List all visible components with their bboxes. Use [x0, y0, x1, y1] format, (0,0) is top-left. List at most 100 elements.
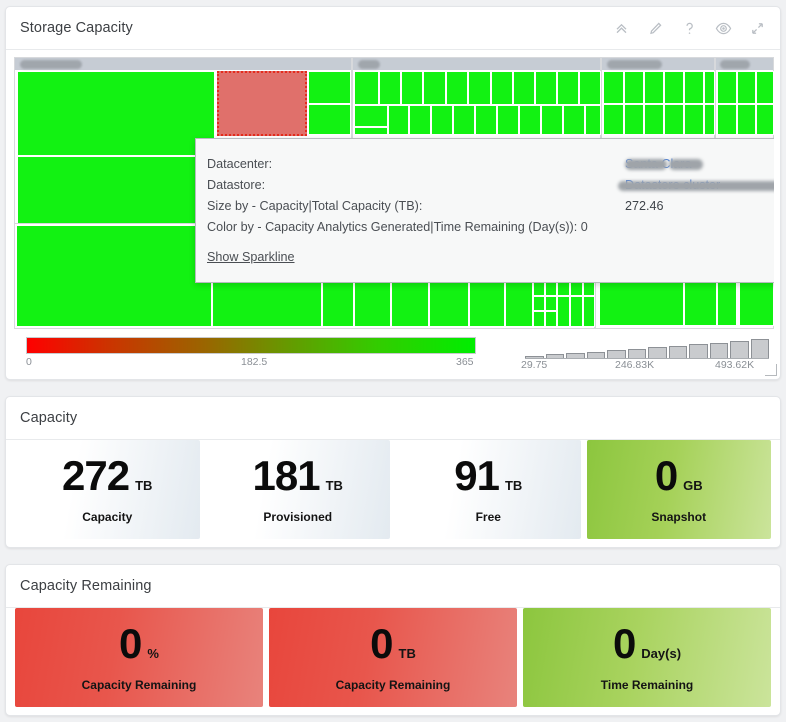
treemap-cell[interactable]: [453, 105, 475, 135]
treemap-cell[interactable]: [491, 71, 513, 105]
remaining-card-row: 0 % Capacity Remaining 0 TB Capacity Rem…: [15, 608, 771, 707]
treemap-cell[interactable]: [423, 71, 446, 105]
kpi-card-capacity[interactable]: 272 TB Capacity: [15, 440, 200, 539]
treemap-cell[interactable]: [545, 311, 557, 327]
treemap-cell[interactable]: [579, 71, 601, 105]
kpi-card-time-remaining[interactable]: 0 Day(s) Time Remaining: [523, 608, 771, 707]
treemap-cell[interactable]: [541, 105, 563, 135]
eye-visibility-icon[interactable]: [715, 20, 732, 37]
treemap-cell[interactable]: [563, 105, 585, 135]
treemap-cell[interactable]: [533, 311, 545, 327]
tooltip-label: Size by - Capacity|Total Capacity (TB):: [207, 199, 423, 213]
treemap-cell[interactable]: [570, 296, 583, 327]
histogram-bar: [730, 340, 749, 358]
treemap-cell[interactable]: [704, 71, 715, 104]
help-question-icon[interactable]: [681, 20, 698, 37]
histogram-tick-min: 29.75: [521, 359, 548, 371]
treemap-cell[interactable]: [756, 71, 774, 104]
kpi-label: Free: [475, 510, 501, 524]
treemap-cell[interactable]: [557, 296, 570, 327]
size-histogram-legend: 29.75 246.83K 493.62K: [517, 335, 775, 371]
redaction-overlay: [618, 181, 774, 191]
treemap-cell[interactable]: [737, 71, 756, 104]
treemap-cell[interactable]: [717, 71, 737, 104]
treemap-cell[interactable]: [409, 105, 431, 135]
tooltip-row-datacenter: Datacenter: Santa Clara: [207, 157, 774, 178]
kpi-label: Provisioned: [263, 510, 333, 524]
kpi-card-free[interactable]: 91 TB Free: [396, 440, 581, 539]
kpi-label: Capacity Remaining: [81, 678, 197, 692]
kpi-value-group: 0 Day(s): [613, 623, 681, 665]
kpi-card-capacity-remaining-percent[interactable]: 0 % Capacity Remaining: [15, 608, 263, 707]
tooltip-value: 272.46: [625, 199, 664, 213]
treemap-cell[interactable]: [664, 104, 684, 135]
edit-pencil-icon[interactable]: [647, 20, 664, 37]
treemap-cell[interactable]: [475, 105, 497, 135]
expand-fullscreen-icon[interactable]: [749, 20, 766, 37]
treemap-cell[interactable]: [468, 71, 491, 105]
treemap-cell[interactable]: [557, 71, 579, 105]
treemap-cell[interactable]: [704, 104, 715, 135]
treemap-cell[interactable]: [624, 104, 644, 135]
treemap-cell[interactable]: [533, 296, 545, 311]
show-sparkline-link[interactable]: Show Sparkline: [207, 250, 295, 264]
treemap-cell[interactable]: [17, 71, 215, 156]
treemap-cell[interactable]: [684, 104, 704, 135]
treemap-cell[interactable]: [644, 104, 664, 135]
treemap-cell[interactable]: [446, 71, 468, 105]
treemap-cell[interactable]: [535, 71, 557, 105]
histogram-bar: [668, 345, 687, 358]
treemap-cell[interactable]: [684, 71, 704, 104]
treemap-cell[interactable]: [354, 127, 388, 135]
tooltip-row-size-by: Size by - Capacity|Total Capacity (TB): …: [207, 199, 774, 220]
treemap-cell[interactable]: [308, 104, 351, 135]
redacted-group-label: [20, 60, 82, 69]
kpi-value: 181: [252, 452, 321, 499]
kpi-card-snapshot[interactable]: 0 GB Snapshot: [586, 440, 771, 539]
treemap-cell[interactable]: [308, 71, 351, 104]
kpi-value-group: 0 GB: [655, 455, 703, 497]
treemap-cell[interactable]: [585, 105, 601, 135]
treemap-cell[interactable]: [583, 296, 595, 327]
treemap-cell-selected[interactable]: [217, 71, 307, 136]
redacted-group-label: [358, 60, 380, 69]
treemap-cell[interactable]: [388, 105, 409, 135]
kpi-card-capacity-remaining-tb[interactable]: 0 TB Capacity Remaining: [269, 608, 517, 707]
redaction-overlay: [669, 159, 703, 170]
redacted-group-label: [720, 60, 750, 69]
collapse-icon[interactable]: [613, 20, 630, 37]
treemap-cell[interactable]: [354, 105, 388, 127]
treemap-cell[interactable]: [717, 104, 737, 135]
treemap-cell[interactable]: [379, 71, 401, 105]
treemap-cell[interactable]: [513, 71, 535, 105]
capacity-header: Capacity: [6, 397, 780, 440]
treemap-cell[interactable]: [16, 225, 212, 327]
kpi-value-group: 181 TB: [253, 455, 343, 497]
histogram-bar: [586, 351, 605, 358]
kpi-card-provisioned[interactable]: 181 TB Provisioned: [205, 440, 390, 539]
treemap-cell[interactable]: [603, 104, 624, 135]
kpi-label: Capacity: [82, 510, 133, 524]
kpi-value: 0: [654, 452, 678, 499]
treemap-cell[interactable]: [624, 71, 644, 104]
treemap-cell[interactable]: [401, 71, 423, 105]
treemap-cell[interactable]: [497, 105, 519, 135]
treemap-cell[interactable]: [756, 104, 774, 135]
treemap-cell[interactable]: [545, 296, 557, 311]
treemap-cell[interactable]: [664, 71, 684, 104]
tooltip-label: Datastore:: [207, 178, 266, 192]
treemap-group-header: [716, 58, 773, 70]
treemap-cell[interactable]: [519, 105, 541, 135]
treemap-cell[interactable]: [737, 104, 756, 135]
color-tick-min: 0: [26, 356, 32, 368]
treemap-cell[interactable]: [354, 71, 379, 105]
tooltip-row-color-by: Color by - Capacity Analytics Generated|…: [207, 220, 774, 241]
treemap-cell[interactable]: [431, 105, 453, 135]
color-tick-max: 365: [456, 356, 474, 368]
treemap-cell[interactable]: [603, 71, 624, 104]
treemap-tooltip: Datacenter: Santa Clara Datastore: Datas…: [195, 138, 774, 283]
histogram-bar: [689, 344, 708, 358]
treemap-cell[interactable]: [644, 71, 664, 104]
treemap-plot[interactable]: Datacenter: Santa Clara Datastore: Datas…: [14, 57, 774, 329]
resize-handle[interactable]: [764, 363, 777, 376]
